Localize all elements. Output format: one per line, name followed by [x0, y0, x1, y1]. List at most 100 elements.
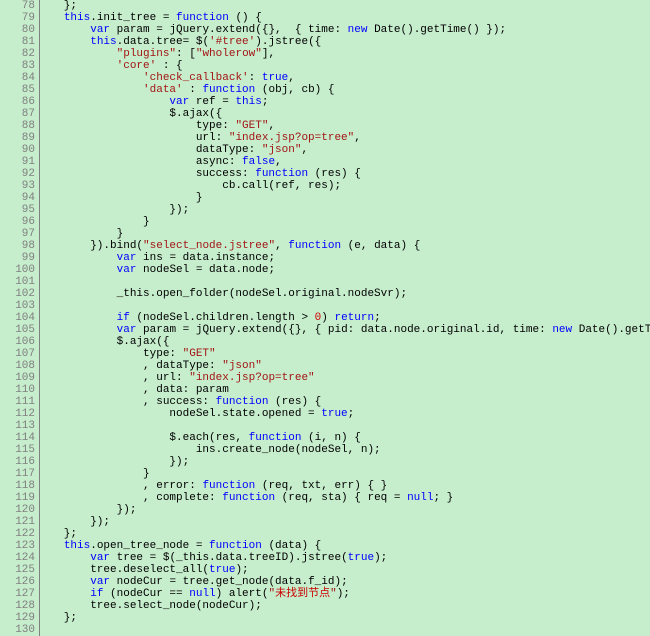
- code-line[interactable]: this.init_tree = function () {: [44, 12, 650, 24]
- line-number: 115: [0, 444, 35, 456]
- code-line[interactable]: 'check_callback': true,: [44, 72, 650, 84]
- code-line[interactable]: }: [44, 468, 650, 480]
- code-line[interactable]: ins.create_node(nodeSel, n);: [44, 444, 650, 456]
- line-number: 98: [0, 240, 35, 252]
- line-number: 126: [0, 576, 35, 588]
- line-number: 102: [0, 288, 35, 300]
- line-number: 127: [0, 588, 35, 600]
- code-line[interactable]: var param = jQuery.extend({}, { pid: dat…: [44, 324, 650, 336]
- code-line[interactable]: $.ajax({: [44, 108, 650, 120]
- line-number: 94: [0, 192, 35, 204]
- code-editor: 7879808182838485868788899091929394959697…: [0, 0, 650, 636]
- line-number: 120: [0, 504, 35, 516]
- line-number: 110: [0, 384, 35, 396]
- code-line[interactable]: if (nodeSel.children.length > 0) return;: [44, 312, 650, 324]
- line-number: 90: [0, 144, 35, 156]
- code-line[interactable]: var tree = $(_this.data.treeID).jstree(t…: [44, 552, 650, 564]
- line-number: 123: [0, 540, 35, 552]
- code-line[interactable]: });: [44, 456, 650, 468]
- line-number: 124: [0, 552, 35, 564]
- code-line[interactable]: , error: function (req, txt, err) { }: [44, 480, 650, 492]
- line-number: 99: [0, 252, 35, 264]
- code-line[interactable]: var nodeCur = tree.get_node(data.f_id);: [44, 576, 650, 588]
- line-number: 91: [0, 156, 35, 168]
- line-number: 88: [0, 120, 35, 132]
- code-line[interactable]: _this.open_folder(nodeSel.original.nodeS…: [44, 288, 650, 300]
- code-line[interactable]: , complete: function (req, sta) { req = …: [44, 492, 650, 504]
- line-number: 87: [0, 108, 35, 120]
- code-line[interactable]: var ins = data.instance;: [44, 252, 650, 264]
- code-line[interactable]: async: false,: [44, 156, 650, 168]
- code-line[interactable]: [44, 300, 650, 312]
- code-line[interactable]: , data: param: [44, 384, 650, 396]
- line-number: 89: [0, 132, 35, 144]
- code-line[interactable]: };: [44, 528, 650, 540]
- line-number: 106: [0, 336, 35, 348]
- line-number: 96: [0, 216, 35, 228]
- code-line[interactable]: type: "GET": [44, 348, 650, 360]
- line-number: 128: [0, 600, 35, 612]
- line-number: 114: [0, 432, 35, 444]
- line-number: 104: [0, 312, 35, 324]
- line-number: 113: [0, 420, 35, 432]
- line-number: 121: [0, 516, 35, 528]
- code-line[interactable]: [44, 420, 650, 432]
- line-number: 105: [0, 324, 35, 336]
- line-number: 122: [0, 528, 35, 540]
- code-line[interactable]: }: [44, 216, 650, 228]
- code-line[interactable]: this.open_tree_node = function (data) {: [44, 540, 650, 552]
- line-number: 83: [0, 60, 35, 72]
- code-line[interactable]: if (nodeCur == null) alert("未找到节点");: [44, 588, 650, 600]
- code-line[interactable]: tree.deselect_all(true);: [44, 564, 650, 576]
- line-number: 109: [0, 372, 35, 384]
- line-number: 108: [0, 360, 35, 372]
- line-number: 107: [0, 348, 35, 360]
- line-number: 112: [0, 408, 35, 420]
- line-number: 93: [0, 180, 35, 192]
- line-number: 117: [0, 468, 35, 480]
- code-line[interactable]: }: [44, 192, 650, 204]
- line-number: 81: [0, 36, 35, 48]
- code-line[interactable]: 'data' : function (obj, cb) {: [44, 84, 650, 96]
- line-number: 119: [0, 492, 35, 504]
- line-number: 100: [0, 264, 35, 276]
- code-line[interactable]: };: [44, 612, 650, 624]
- line-number: 84: [0, 72, 35, 84]
- code-line[interactable]: , dataType: "json": [44, 360, 650, 372]
- line-number: 97: [0, 228, 35, 240]
- code-line[interactable]: cb.call(ref, res);: [44, 180, 650, 192]
- code-line[interactable]: , url: "index.jsp?op=tree": [44, 372, 650, 384]
- line-number: 95: [0, 204, 35, 216]
- code-line[interactable]: 'core' : {: [44, 60, 650, 72]
- line-number: 85: [0, 84, 35, 96]
- line-number: 86: [0, 96, 35, 108]
- code-line[interactable]: success: function (res) {: [44, 168, 650, 180]
- code-line[interactable]: [44, 276, 650, 288]
- code-line[interactable]: dataType: "json",: [44, 144, 650, 156]
- code-area[interactable]: }; this.init_tree = function () { var pa…: [40, 0, 650, 636]
- code-line[interactable]: nodeSel.state.opened = true;: [44, 408, 650, 420]
- code-line[interactable]: url: "index.jsp?op=tree",: [44, 132, 650, 144]
- code-line[interactable]: type: "GET",: [44, 120, 650, 132]
- code-line[interactable]: , success: function (res) {: [44, 396, 650, 408]
- code-line[interactable]: "plugins": ["wholerow"],: [44, 48, 650, 60]
- code-line[interactable]: }).bind("select_node.jstree", function (…: [44, 240, 650, 252]
- code-line[interactable]: tree.select_node(nodeCur);: [44, 600, 650, 612]
- code-line[interactable]: var param = jQuery.extend({}, { time: ne…: [44, 24, 650, 36]
- code-line[interactable]: var ref = this;: [44, 96, 650, 108]
- line-number: 78: [0, 0, 35, 12]
- line-number: 111: [0, 396, 35, 408]
- line-number-gutter: 7879808182838485868788899091929394959697…: [0, 0, 40, 636]
- line-number: 118: [0, 480, 35, 492]
- code-line[interactable]: $.ajax({: [44, 336, 650, 348]
- line-number: 125: [0, 564, 35, 576]
- code-line[interactable]: });: [44, 504, 650, 516]
- code-line[interactable]: var nodeSel = data.node;: [44, 264, 650, 276]
- code-line[interactable]: };: [44, 0, 650, 12]
- code-line[interactable]: });: [44, 204, 650, 216]
- line-number: 116: [0, 456, 35, 468]
- code-line[interactable]: $.each(res, function (i, n) {: [44, 432, 650, 444]
- code-line[interactable]: }: [44, 228, 650, 240]
- code-line[interactable]: });: [44, 516, 650, 528]
- code-line[interactable]: this.data.tree= $('#tree').jstree({: [44, 36, 650, 48]
